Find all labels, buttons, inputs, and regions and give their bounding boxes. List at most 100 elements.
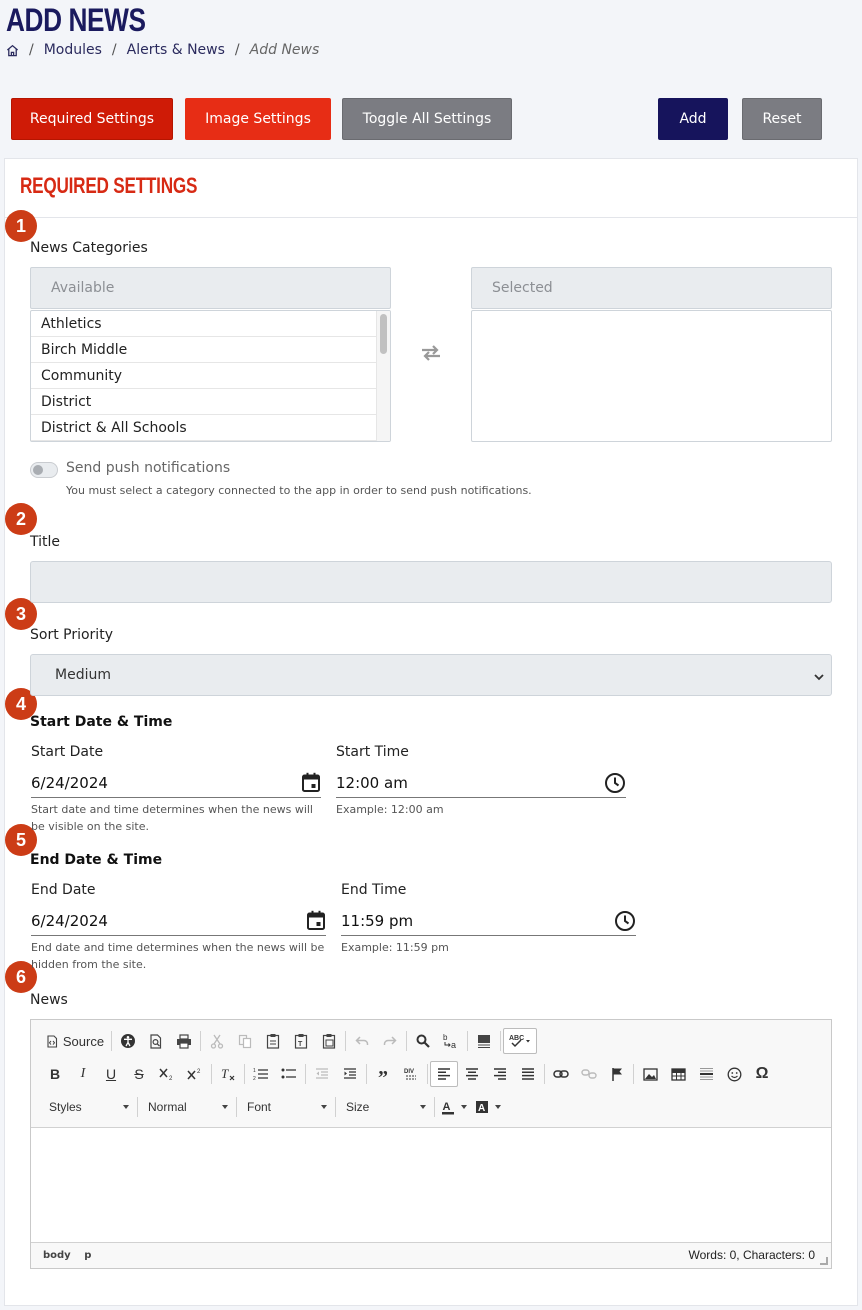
end-date-hint: End date and time determines when the ne… [31,941,325,971]
news-categories-label: News Categories [30,240,148,256]
align-left-icon[interactable] [430,1061,458,1087]
start-date-input[interactable]: 6/24/2024 [31,768,321,798]
calendar-icon[interactable] [306,910,326,935]
underline-icon[interactable]: U [97,1061,125,1087]
italic-icon[interactable]: I [69,1061,97,1087]
end-time-input[interactable]: 11:59 pm [341,906,636,936]
start-date-hint: Start date and time determines when the … [31,803,313,833]
format-dropdown[interactable]: Normal [140,1095,234,1119]
spellcheck-icon[interactable]: ABC [503,1028,537,1054]
caret-down-icon [461,1105,467,1109]
start-time-input[interactable]: 12:00 am [336,768,626,798]
image-icon[interactable] [636,1061,664,1087]
path-p[interactable]: p [84,1250,91,1261]
breadcrumb-separator: / [111,42,117,58]
add-button[interactable]: Add [658,98,728,140]
paste-text-icon[interactable]: T [287,1028,315,1054]
toolbar-separator [200,1031,201,1051]
sort-priority-select[interactable]: Medium [30,654,832,696]
push-notifications-hint: You must select a category connected to … [66,484,532,497]
horizontal-rule-icon[interactable] [692,1061,720,1087]
copy-icon[interactable] [231,1028,259,1054]
text-color-button[interactable]: A [437,1095,471,1119]
start-date-label: Start Date [31,744,104,760]
font-dropdown-label: Font [247,1100,272,1114]
font-dropdown[interactable]: Font [239,1095,333,1119]
align-center-icon[interactable] [458,1061,486,1087]
numbered-list-icon[interactable]: 12 [247,1061,275,1087]
remove-format-icon[interactable]: T [214,1061,242,1087]
list-item[interactable]: District & All Schools [31,415,376,441]
toolbar-row: Styles Normal Font Size A A [41,1094,505,1120]
blockquote-icon[interactable]: ” [369,1061,397,1089]
list-item[interactable]: Community [31,363,376,389]
redo-icon[interactable] [376,1028,404,1054]
title-input[interactable] [30,561,832,603]
paste-icon[interactable] [259,1028,287,1054]
selected-search-input[interactable]: Selected [471,267,832,309]
list-item[interactable]: Athletics [31,311,376,337]
toolbar-separator [500,1031,501,1051]
size-dropdown[interactable]: Size [338,1095,432,1119]
replace-icon[interactable]: ba [437,1028,465,1054]
breadcrumb-modules[interactable]: Modules [44,42,102,58]
selected-categories-list[interactable] [471,310,832,442]
page-title: ADD NEWS [6,2,146,38]
end-date-input[interactable]: 6/24/2024 [31,906,326,936]
home-icon[interactable] [6,44,19,57]
reset-button[interactable]: Reset [742,98,822,140]
styles-dropdown[interactable]: Styles [41,1095,135,1119]
anchor-flag-icon[interactable] [603,1061,631,1087]
scroll-thumb[interactable] [380,314,387,354]
superscript-icon[interactable]: 2 [181,1061,209,1087]
accessibility-icon[interactable] [114,1028,142,1054]
toolbar-separator [335,1097,336,1117]
justify-icon[interactable] [514,1061,542,1087]
find-icon[interactable] [409,1028,437,1054]
list-item[interactable]: District [31,389,376,415]
resize-grip-icon[interactable] [820,1257,828,1265]
link-icon[interactable] [547,1061,575,1087]
editor-content-area[interactable] [31,1128,831,1242]
calendar-icon[interactable] [301,772,321,797]
svg-text:2: 2 [169,1076,173,1081]
outdent-icon[interactable] [308,1061,336,1087]
paste-word-icon[interactable] [315,1028,343,1054]
end-time-label: End Time [341,882,407,898]
list-item[interactable]: Birch Middle [31,337,376,363]
align-right-icon[interactable] [486,1061,514,1087]
clock-icon[interactable] [604,772,626,798]
swap-arrows-icon[interactable] [420,344,442,366]
source-button[interactable]: Source [41,1028,109,1054]
background-color-button[interactable]: A [471,1095,505,1119]
indent-icon[interactable] [336,1061,364,1087]
toggle-all-settings-button[interactable]: Toggle All Settings [342,98,512,140]
list-scrollbar[interactable] [376,311,390,441]
print-icon[interactable] [170,1028,198,1054]
required-settings-button[interactable]: Required Settings [11,98,173,140]
breadcrumb-alerts-news[interactable]: Alerts & News [127,42,225,58]
create-div-icon[interactable]: DIV [397,1061,425,1087]
special-character-icon[interactable]: Ω [748,1061,776,1087]
push-notifications-toggle[interactable] [30,462,58,478]
image-settings-button[interactable]: Image Settings [185,98,331,140]
smiley-icon[interactable] [720,1061,748,1087]
bulleted-list-icon[interactable] [275,1061,303,1087]
path-body[interactable]: body [43,1250,71,1261]
available-categories-list[interactable]: Athletics Birch Middle Community Distric… [30,310,391,442]
bold-icon[interactable]: B [41,1061,69,1087]
source-label: Source [62,1033,105,1049]
preview-icon[interactable] [142,1028,170,1054]
strikethrough-icon[interactable]: S [125,1061,153,1087]
subscript-icon[interactable]: 2 [153,1061,181,1087]
format-dropdown-label: Normal [148,1100,187,1114]
available-search-input[interactable]: Available [30,267,391,309]
select-all-icon[interactable] [470,1028,498,1054]
toolbar-row: B I U S 2 2 T 12 ” DIV Ω [41,1061,776,1089]
caret-down-icon [321,1105,327,1109]
undo-icon[interactable] [348,1028,376,1054]
unlink-icon[interactable] [575,1061,603,1087]
clock-icon[interactable] [614,910,636,936]
cut-icon[interactable] [203,1028,231,1054]
table-icon[interactable] [664,1061,692,1087]
